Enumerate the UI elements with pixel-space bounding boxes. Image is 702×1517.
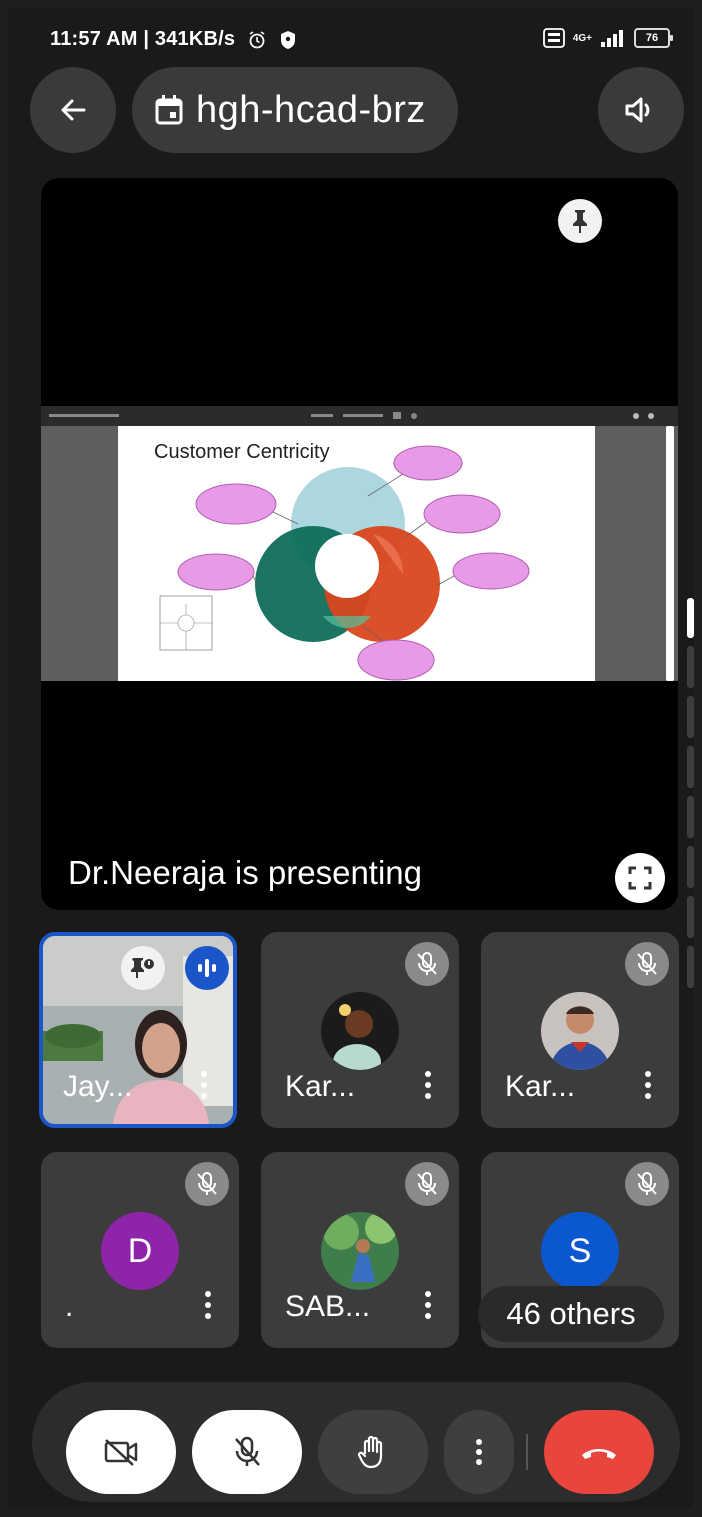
participant-name: Kar... [505,1070,576,1103]
meeting-code: hgh-hcad-brz [196,88,426,131]
meeting-title-pill[interactable]: hgh-hcad-brz [132,67,458,153]
end-call-button[interactable] [544,1410,654,1494]
avatar-photo [541,992,619,1070]
mic-off-icon [417,952,437,975]
speaking-indicator [185,946,229,990]
camera-off-icon [104,1439,138,1466]
controls-divider [526,1434,528,1470]
avatar-photo [321,1212,399,1290]
document-viewer-toolbar [41,406,678,426]
hand-icon [357,1435,383,1469]
audio-level-icon [198,959,216,977]
participant-tile[interactable]: D . [41,1152,239,1348]
avatar-initial: D [127,1231,153,1270]
mic-off-icon [637,952,657,975]
participant-name: . [65,1290,74,1323]
more-vert-icon [476,1439,482,1465]
mic-off-icon [235,1436,260,1466]
network-type: 4G+ [572,32,592,44]
mic-off-icon [637,1172,657,1195]
mic-off-icon [417,1172,437,1195]
pin-icon [131,958,154,978]
muted-badge [625,1162,669,1206]
presenter-caption: Dr.Neeraja is presenting [68,854,423,891]
avatar [321,992,399,1070]
avatar [541,992,619,1070]
pin-button[interactable] [558,199,602,243]
slide: Customer Centricity [118,426,595,681]
raise-hand-button[interactable] [318,1410,428,1494]
others-count-pill[interactable]: 46 others [478,1286,664,1342]
status-left: 11:57 AM | 341KB/s [50,28,297,51]
participant-tile[interactable]: Kar... [261,932,459,1128]
avatar-photo [321,992,399,1070]
participant-tile[interactable]: Kar... [481,932,679,1128]
participant-name: Kar... [285,1070,356,1103]
alarm-icon [249,31,265,49]
mic-off-icon [197,1172,217,1195]
signal-icon [601,30,623,47]
participant-options-button[interactable] [425,1071,431,1104]
participant-options-button[interactable] [205,1291,211,1324]
status-time: 11:57 AM [50,28,138,51]
mic-toggle-button[interactable] [192,1410,302,1494]
avatar: D [101,1212,179,1290]
pinned-badge[interactable] [121,946,165,990]
venn-diagram [159,445,530,681]
avatar: S [541,1212,619,1290]
hang-up-icon [582,1449,616,1459]
participant-name: SAB... [285,1290,371,1323]
avatar [321,1212,399,1290]
participant-tile[interactable]: Jay... [39,932,237,1128]
status-speed: 341KB/s [154,28,236,51]
back-button[interactable] [30,67,116,153]
status-right: 4G+ 76 [542,28,673,48]
participant-tile[interactable]: SAB... [261,1152,459,1348]
muted-badge [185,1162,229,1206]
speaker-icon [625,97,650,123]
fullscreen-icon [628,866,652,890]
more-options-button[interactable] [444,1410,514,1494]
participant-options-button[interactable] [645,1071,651,1104]
fullscreen-button[interactable] [615,853,665,903]
pin-icon [573,210,587,233]
participant-options-button[interactable] [201,1071,207,1104]
call-controls-bar [32,1382,680,1502]
battery-indicator: 76 [634,28,673,48]
status-bar: 11:57 AM | 341KB/s 4G+ 76 [8,8,694,64]
presentation-panel[interactable]: Customer Centricity Dr.Neeraja is presen… [41,178,678,910]
muted-badge [405,1162,449,1206]
muted-badge [405,942,449,986]
app-frame: 11:57 AM | 341KB/s 4G+ 76 hgh-hcad-brz C… [8,8,694,1509]
muted-badge [625,942,669,986]
arrow-left-icon [61,99,86,121]
avatar-initial: S [568,1231,592,1270]
viewer-scrollbar[interactable] [666,426,674,681]
participant-name: Jay... [63,1070,133,1103]
viewer-toolbar-icons [49,412,654,419]
audio-output-button[interactable] [598,67,684,153]
camera-toggle-button[interactable] [66,1410,176,1494]
document-viewer: Customer Centricity [41,426,678,681]
participant-options-button[interactable] [425,1291,431,1324]
volte-icon [542,28,565,48]
page-scroll-indicator [687,598,694,996]
shield-icon [280,30,295,49]
calendar-icon [155,95,183,125]
